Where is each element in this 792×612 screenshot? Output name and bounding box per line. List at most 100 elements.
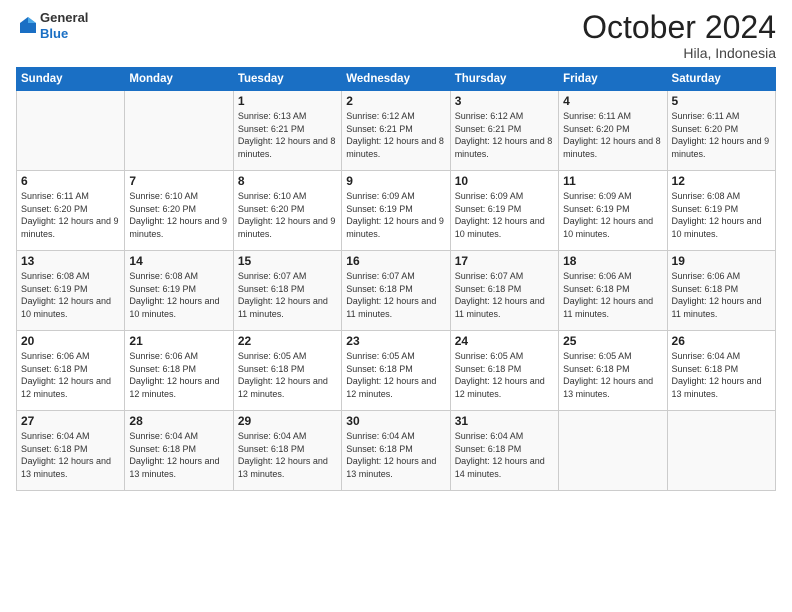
calendar-week-row: 6Sunrise: 6:11 AM Sunset: 6:20 PM Daylig… — [17, 171, 776, 251]
logo: General Blue — [16, 10, 88, 41]
weekday-header-friday: Friday — [559, 68, 667, 91]
day-number: 31 — [455, 414, 554, 428]
day-number: 6 — [21, 174, 120, 188]
calendar-cell-empty — [17, 91, 125, 171]
title-block: October 2024 Hila, Indonesia — [582, 10, 776, 61]
cell-info: Sunrise: 6:10 AM Sunset: 6:20 PM Dayligh… — [129, 190, 228, 240]
logo-icon — [16, 15, 38, 37]
day-number: 1 — [238, 94, 337, 108]
cell-info: Sunrise: 6:07 AM Sunset: 6:18 PM Dayligh… — [455, 270, 554, 320]
calendar-cell-day-18: 18 Sunrise: 6:06 AM Sunset: 6:18 PM Dayli… — [559, 251, 667, 331]
calendar-cell-day-21: 21 Sunrise: 6:06 AM Sunset: 6:18 PM Dayli… — [125, 331, 233, 411]
calendar-cell-day-26: 26Sunrise: 6:04 AM Sunset: 6:18 PM Dayli… — [667, 331, 775, 411]
calendar-week-row: 27 Sunrise: 6:04 AM Sunset: 6:18 PM Dayli… — [17, 411, 776, 491]
day-number: 28 — [129, 414, 228, 428]
cell-info: Sunrise: 6:04 AM Sunset: 6:18 PM Dayligh… — [21, 430, 120, 480]
calendar-cell-day-27: 27 Sunrise: 6:04 AM Sunset: 6:18 PM Dayli… — [17, 411, 125, 491]
calendar-cell-empty — [667, 411, 775, 491]
day-number: 30 — [346, 414, 445, 428]
calendar-week-row: 1 Sunrise: 6:13 AM Sunset: 6:21 PM Daylig… — [17, 91, 776, 171]
calendar-cell-day-13: 13Sunrise: 6:08 AM Sunset: 6:19 PM Dayli… — [17, 251, 125, 331]
cell-info: Sunrise: 6:06 AM Sunset: 6:18 PM Dayligh… — [563, 270, 662, 320]
day-number: 5 — [672, 94, 771, 108]
day-number: 20 — [21, 334, 120, 348]
calendar-cell-day-11: 11 Sunrise: 6:09 AM Sunset: 6:19 PM Dayli… — [559, 171, 667, 251]
calendar-cell-day-28: 28 Sunrise: 6:04 AM Sunset: 6:18 PM Dayli… — [125, 411, 233, 491]
calendar-cell-day-17: 17 Sunrise: 6:07 AM Sunset: 6:18 PM Dayli… — [450, 251, 558, 331]
cell-info: Sunrise: 6:08 AM Sunset: 6:19 PM Dayligh… — [672, 190, 771, 240]
calendar-cell-day-15: 15 Sunrise: 6:07 AM Sunset: 6:18 PM Dayli… — [233, 251, 341, 331]
calendar-cell-day-22: 22 Sunrise: 6:05 AM Sunset: 6:18 PM Dayli… — [233, 331, 341, 411]
weekday-header-wednesday: Wednesday — [342, 68, 450, 91]
cell-info: Sunrise: 6:07 AM Sunset: 6:18 PM Dayligh… — [238, 270, 337, 320]
cell-info: Sunrise: 6:05 AM Sunset: 6:18 PM Dayligh… — [346, 350, 445, 400]
cell-info: Sunrise: 6:11 AM Sunset: 6:20 PM Dayligh… — [672, 110, 771, 160]
cell-info: Sunrise: 6:04 AM Sunset: 6:18 PM Dayligh… — [455, 430, 554, 480]
calendar-cell-day-1: 1 Sunrise: 6:13 AM Sunset: 6:21 PM Daylig… — [233, 91, 341, 171]
day-number: 16 — [346, 254, 445, 268]
calendar-cell-day-20: 20Sunrise: 6:06 AM Sunset: 6:18 PM Dayli… — [17, 331, 125, 411]
logo-text: General Blue — [40, 10, 88, 41]
cell-info: Sunrise: 6:06 AM Sunset: 6:18 PM Dayligh… — [129, 350, 228, 400]
cell-info: Sunrise: 6:13 AM Sunset: 6:21 PM Dayligh… — [238, 110, 337, 160]
day-number: 21 — [129, 334, 228, 348]
calendar-cell-day-6: 6Sunrise: 6:11 AM Sunset: 6:20 PM Daylig… — [17, 171, 125, 251]
day-number: 10 — [455, 174, 554, 188]
cell-info: Sunrise: 6:09 AM Sunset: 6:19 PM Dayligh… — [346, 190, 445, 240]
cell-info: Sunrise: 6:05 AM Sunset: 6:18 PM Dayligh… — [455, 350, 554, 400]
day-number: 15 — [238, 254, 337, 268]
location: Hila, Indonesia — [582, 45, 776, 61]
cell-info: Sunrise: 6:09 AM Sunset: 6:19 PM Dayligh… — [563, 190, 662, 240]
month-title: October 2024 — [582, 10, 776, 45]
cell-info: Sunrise: 6:08 AM Sunset: 6:19 PM Dayligh… — [129, 270, 228, 320]
cell-info: Sunrise: 6:05 AM Sunset: 6:18 PM Dayligh… — [238, 350, 337, 400]
cell-info: Sunrise: 6:04 AM Sunset: 6:18 PM Dayligh… — [672, 350, 771, 400]
cell-info: Sunrise: 6:09 AM Sunset: 6:19 PM Dayligh… — [455, 190, 554, 240]
cell-info: Sunrise: 6:04 AM Sunset: 6:18 PM Dayligh… — [346, 430, 445, 480]
calendar-table: SundayMondayTuesdayWednesdayThursdayFrid… — [16, 67, 776, 491]
day-number: 23 — [346, 334, 445, 348]
weekday-header-row: SundayMondayTuesdayWednesdayThursdayFrid… — [17, 68, 776, 91]
day-number: 13 — [21, 254, 120, 268]
calendar-cell-day-25: 25 Sunrise: 6:05 AM Sunset: 6:18 PM Dayli… — [559, 331, 667, 411]
day-number: 18 — [563, 254, 662, 268]
day-number: 3 — [455, 94, 554, 108]
cell-info: Sunrise: 6:05 AM Sunset: 6:18 PM Dayligh… — [563, 350, 662, 400]
weekday-header-sunday: Sunday — [17, 68, 125, 91]
weekday-header-monday: Monday — [125, 68, 233, 91]
calendar-cell-day-4: 4 Sunrise: 6:11 AM Sunset: 6:20 PM Daylig… — [559, 91, 667, 171]
calendar-cell-day-31: 31 Sunrise: 6:04 AM Sunset: 6:18 PM Dayli… — [450, 411, 558, 491]
day-number: 12 — [672, 174, 771, 188]
calendar-week-row: 13 Sunrise: 6:08 AM Sunset: 6:19 PM Dayli… — [17, 251, 776, 331]
day-number: 4 — [563, 94, 662, 108]
cell-info: Sunrise: 6:11 AM Sunset: 6:20 PM Dayligh… — [563, 110, 662, 160]
calendar-week-row: 20 Sunrise: 6:06 AM Sunset: 6:18 PM Dayli… — [17, 331, 776, 411]
page-header: General Blue October 2024 Hila, Indonesi… — [16, 10, 776, 61]
calendar-cell-day-24: 24 Sunrise: 6:05 AM Sunset: 6:18 PM Dayli… — [450, 331, 558, 411]
calendar-cell-day-2: 2 Sunrise: 6:12 AM Sunset: 6:21 PM Daylig… — [342, 91, 450, 171]
weekday-header-saturday: Saturday — [667, 68, 775, 91]
calendar-cell-day-30: 30 Sunrise: 6:04 AM Sunset: 6:18 PM Dayli… — [342, 411, 450, 491]
cell-info: Sunrise: 6:12 AM Sunset: 6:21 PM Dayligh… — [455, 110, 554, 160]
cell-info: Sunrise: 6:04 AM Sunset: 6:18 PM Dayligh… — [129, 430, 228, 480]
calendar-cell-day-23: 23 Sunrise: 6:05 AM Sunset: 6:18 PM Dayli… — [342, 331, 450, 411]
calendar-cell-day-16: 16Sunrise: 6:07 AM Sunset: 6:18 PM Dayli… — [342, 251, 450, 331]
day-number: 24 — [455, 334, 554, 348]
day-number: 27 — [21, 414, 120, 428]
day-number: 11 — [563, 174, 662, 188]
day-number: 8 — [238, 174, 337, 188]
day-number: 17 — [455, 254, 554, 268]
day-number: 25 — [563, 334, 662, 348]
cell-info: Sunrise: 6:12 AM Sunset: 6:21 PM Dayligh… — [346, 110, 445, 160]
calendar-cell-day-7: 7 Sunrise: 6:10 AM Sunset: 6:20 PM Daylig… — [125, 171, 233, 251]
day-number: 7 — [129, 174, 228, 188]
calendar-cell-day-14: 14Sunrise: 6:08 AM Sunset: 6:19 PM Dayli… — [125, 251, 233, 331]
day-number: 19 — [672, 254, 771, 268]
day-number: 22 — [238, 334, 337, 348]
calendar-cell-day-9: 9Sunrise: 6:09 AM Sunset: 6:19 PM Daylig… — [342, 171, 450, 251]
day-number: 29 — [238, 414, 337, 428]
calendar-cell-day-3: 3 Sunrise: 6:12 AM Sunset: 6:21 PM Daylig… — [450, 91, 558, 171]
calendar-cell-empty — [559, 411, 667, 491]
day-number: 2 — [346, 94, 445, 108]
calendar-cell-day-19: 19Sunrise: 6:06 AM Sunset: 6:18 PM Dayli… — [667, 251, 775, 331]
